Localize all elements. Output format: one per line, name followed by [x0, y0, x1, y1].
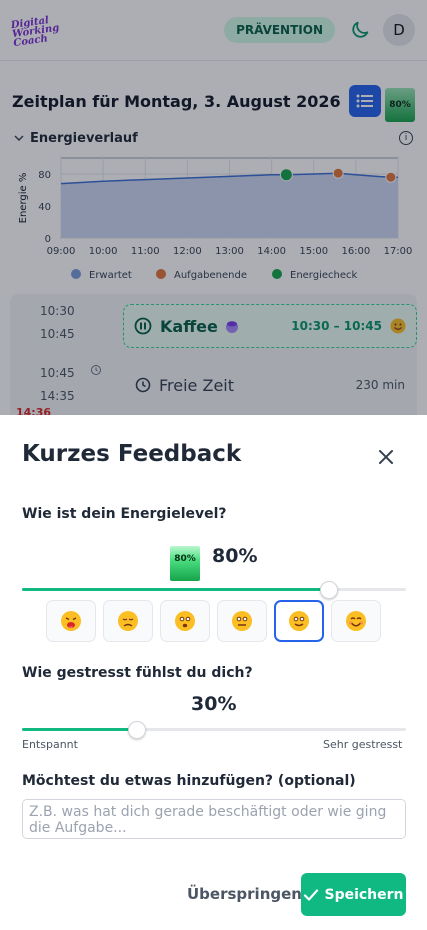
exhausted-emoji-icon: [61, 611, 81, 631]
stress-question: Wie gestresst fühlst du dich?: [22, 665, 253, 681]
energy-question: Wie ist dein Energielevel?: [22, 506, 227, 522]
mood-button[interactable]: [103, 600, 153, 642]
sheet-title: Kurzes Feedback: [22, 441, 242, 467]
energy-slider[interactable]: [22, 581, 406, 599]
worried-emoji-icon: [175, 611, 195, 631]
energy-value: 80%: [212, 545, 258, 567]
mood-button[interactable]: [160, 600, 210, 642]
close-button[interactable]: [374, 445, 398, 469]
energy-battery-icon: 80%: [170, 546, 200, 581]
note-textarea[interactable]: [22, 799, 406, 839]
check-icon: [304, 888, 319, 901]
content-emoji-icon: [289, 611, 309, 631]
save-label: Speichern: [324, 886, 404, 903]
mood-button[interactable]: [331, 600, 381, 642]
stress-slider[interactable]: [22, 721, 406, 739]
neutral-emoji-icon: [232, 611, 252, 631]
mood-button[interactable]: [274, 600, 324, 642]
slider-fill: [22, 588, 330, 591]
stress-min-label: Entspannt: [22, 738, 78, 751]
save-button[interactable]: Speichern: [301, 873, 406, 916]
stress-value: 30%: [191, 693, 237, 715]
slider-thumb[interactable]: [128, 721, 147, 739]
mood-selector: [46, 600, 381, 642]
note-question: Möchtest du etwas hinzufügen? (optional): [22, 773, 356, 789]
stress-max-label: Sehr gestresst: [323, 738, 403, 751]
slider-fill: [22, 728, 138, 731]
mood-button[interactable]: [217, 600, 267, 642]
close-icon: [379, 450, 393, 464]
skip-button[interactable]: Überspringen: [187, 885, 302, 903]
happy-emoji-icon: [346, 611, 366, 631]
slider-thumb[interactable]: [320, 581, 339, 599]
mood-button[interactable]: [46, 600, 96, 642]
feedback-sheet: Kurzes Feedback Wie ist dein Energieleve…: [0, 415, 427, 930]
sad-emoji-icon: [118, 611, 138, 631]
